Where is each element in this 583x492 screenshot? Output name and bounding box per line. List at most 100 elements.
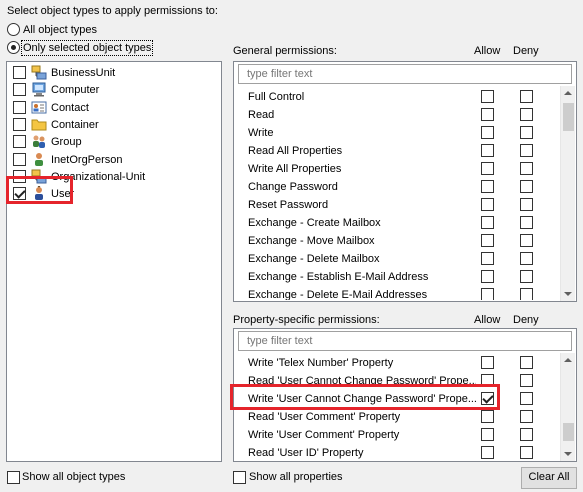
permission-row: Read 'User ID' Property bbox=[234, 444, 560, 461]
allow-checkbox[interactable] bbox=[481, 252, 494, 265]
object-type-label: InetOrgPerson bbox=[51, 153, 123, 166]
object-type-label: Computer bbox=[51, 84, 100, 97]
permission-row: Exchange - Create Mailbox bbox=[234, 214, 560, 232]
deny-checkbox[interactable] bbox=[520, 234, 533, 247]
object-type-label: Container bbox=[51, 118, 99, 131]
show-all-properties-label[interactable]: Show all properties bbox=[249, 470, 343, 484]
deny-checkbox[interactable] bbox=[520, 288, 533, 300]
allow-checkbox[interactable] bbox=[481, 198, 494, 211]
deny-checkbox[interactable] bbox=[520, 180, 533, 193]
person-icon bbox=[31, 152, 47, 167]
object-type-checkbox[interactable] bbox=[13, 66, 26, 79]
permission-row: Exchange - Delete Mailbox bbox=[234, 250, 560, 268]
permission-row: Change Password bbox=[234, 178, 560, 196]
radio-only-selected-label[interactable]: Only selected object types bbox=[21, 40, 154, 56]
property-allow-header: Allow bbox=[474, 314, 501, 326]
allow-checkbox[interactable] bbox=[481, 234, 494, 247]
allow-checkbox[interactable] bbox=[481, 144, 494, 157]
allow-checkbox[interactable] bbox=[481, 270, 494, 283]
permission-name: Exchange - Move Mailbox bbox=[248, 235, 375, 247]
scroll-thumb[interactable] bbox=[563, 103, 574, 131]
deny-checkbox[interactable] bbox=[520, 374, 533, 387]
deny-checkbox[interactable] bbox=[520, 270, 533, 283]
permission-name: Full Control bbox=[248, 91, 305, 103]
permission-row: Reset Password bbox=[234, 196, 560, 214]
permission-row: Read All Properties bbox=[234, 142, 560, 160]
scroll-down-icon[interactable] bbox=[564, 452, 572, 456]
allow-checkbox[interactable] bbox=[481, 162, 494, 175]
object-type-checkbox[interactable] bbox=[13, 152, 26, 166]
group-icon bbox=[31, 134, 47, 149]
object-type-checkbox[interactable] bbox=[13, 100, 26, 114]
object-type-checkbox[interactable] bbox=[13, 83, 26, 97]
permission-name: Change Password bbox=[248, 181, 338, 193]
allow-checkbox[interactable] bbox=[481, 180, 494, 193]
deny-checkbox[interactable] bbox=[520, 410, 533, 423]
general-permissions-panel: type filter text Full Control Read Write Re… bbox=[233, 61, 577, 302]
permission-name: Exchange - Delete E-Mail Addresses bbox=[248, 289, 428, 300]
permission-name: Write bbox=[248, 127, 274, 139]
deny-checkbox[interactable] bbox=[520, 252, 533, 265]
property-row-highlight-box bbox=[230, 384, 500, 410]
scroll-thumb[interactable] bbox=[563, 423, 574, 441]
folder-icon bbox=[31, 117, 47, 132]
permission-row: Exchange - Delete E-Mail Addresses bbox=[234, 286, 560, 300]
object-type-checkbox[interactable] bbox=[13, 117, 26, 131]
computer-icon bbox=[31, 82, 47, 97]
deny-checkbox[interactable] bbox=[520, 162, 533, 175]
deny-checkbox[interactable] bbox=[520, 446, 533, 459]
general-filter-input[interactable]: type filter text bbox=[238, 64, 572, 84]
radio-all-object-types-label[interactable]: All object types bbox=[23, 23, 97, 37]
allow-checkbox[interactable] bbox=[481, 446, 494, 459]
deny-checkbox[interactable] bbox=[520, 428, 533, 441]
permission-name: Exchange - Create Mailbox bbox=[248, 217, 381, 229]
apply-to-heading: Select object types to apply permissions… bbox=[7, 5, 218, 17]
allow-checkbox[interactable] bbox=[481, 216, 494, 229]
permission-name: Read All Properties bbox=[248, 145, 343, 157]
clear-all-button[interactable]: Clear All bbox=[521, 467, 577, 489]
object-type-label: BusinessUnit bbox=[51, 67, 116, 79]
permission-name: Exchange - Delete Mailbox bbox=[248, 253, 380, 265]
permission-row: Exchange - Move Mailbox bbox=[234, 232, 560, 250]
deny-checkbox[interactable] bbox=[520, 356, 533, 369]
radio-only-selected-object-types[interactable] bbox=[7, 41, 20, 54]
show-all-object-types-label[interactable]: Show all object types bbox=[22, 470, 125, 484]
show-all-object-types-checkbox[interactable] bbox=[7, 471, 20, 484]
deny-checkbox[interactable] bbox=[520, 216, 533, 229]
permission-name: Read 'User Comment' Property bbox=[248, 411, 401, 423]
deny-checkbox[interactable] bbox=[520, 144, 533, 157]
permission-name: Read bbox=[248, 109, 275, 121]
property-scrollbar[interactable] bbox=[560, 353, 575, 461]
object-type-checkbox[interactable] bbox=[13, 135, 26, 149]
scroll-down-icon[interactable] bbox=[564, 292, 572, 296]
property-permissions-heading: Property-specific permissions: bbox=[233, 314, 380, 326]
allow-checkbox[interactable] bbox=[481, 356, 494, 369]
object-types-list[interactable]: BusinessUnit Computer Contact Container Grou… bbox=[6, 61, 222, 462]
scroll-up-icon[interactable] bbox=[564, 358, 572, 362]
allow-checkbox[interactable] bbox=[481, 126, 494, 139]
user-highlight-box bbox=[6, 176, 73, 204]
permission-row: Write All Properties bbox=[234, 160, 560, 178]
deny-checkbox[interactable] bbox=[520, 126, 533, 139]
permission-name: Read 'User ID' Property bbox=[248, 447, 364, 459]
allow-checkbox[interactable] bbox=[481, 288, 494, 300]
deny-checkbox[interactable] bbox=[520, 108, 533, 121]
allow-checkbox[interactable] bbox=[481, 428, 494, 441]
property-filter-input[interactable]: type filter text bbox=[238, 331, 572, 351]
general-allow-header: Allow bbox=[474, 45, 501, 57]
permission-row: Exchange - Establish E-Mail Address bbox=[234, 268, 560, 286]
show-all-properties-checkbox[interactable] bbox=[233, 471, 246, 484]
deny-checkbox[interactable] bbox=[520, 90, 533, 103]
general-permissions-heading: General permissions: bbox=[233, 45, 337, 57]
object-type-label: Group bbox=[51, 136, 82, 149]
general-scrollbar[interactable] bbox=[560, 86, 575, 301]
scroll-up-icon[interactable] bbox=[564, 91, 572, 95]
deny-checkbox[interactable] bbox=[520, 392, 533, 405]
radio-all-object-types[interactable] bbox=[7, 23, 20, 36]
allow-checkbox[interactable] bbox=[481, 410, 494, 423]
allow-checkbox[interactable] bbox=[481, 90, 494, 103]
allow-checkbox[interactable] bbox=[481, 108, 494, 121]
deny-checkbox[interactable] bbox=[520, 198, 533, 211]
property-deny-header: Deny bbox=[513, 314, 539, 326]
permission-row: Write 'Telex Number' Property bbox=[234, 354, 560, 372]
